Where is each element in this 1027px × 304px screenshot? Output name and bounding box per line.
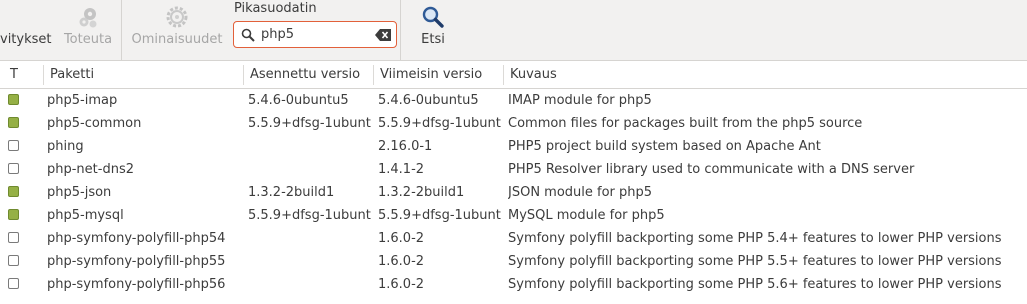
latest-version-cell: 5.5.9+dfsg-1ubuntu — [378, 116, 501, 131]
package-name-cell: php-symfony-polyfill-php56 — [47, 277, 226, 292]
package-name-cell: php-symfony-polyfill-php54 — [47, 231, 226, 246]
quick-filter-input[interactable] — [261, 25, 369, 44]
table-row[interactable]: php-symfony-polyfill-php56 1.6.0-2 Symfony… — [0, 273, 1027, 296]
installed-status-checkbox[interactable] — [8, 186, 19, 197]
installed-version-cell — [248, 135, 371, 158]
mark-changes-label: vitykset — [0, 32, 52, 47]
not-installed-status-checkbox[interactable] — [8, 140, 19, 151]
package-name-cell: php5-json — [47, 185, 112, 200]
description-cell: PHP5 Resolver library used to communicat… — [508, 162, 915, 177]
description-cell: Common files for packages built from the… — [508, 116, 863, 131]
header-installed-version[interactable]: Asennettu versio — [250, 61, 360, 88]
installed-version-cell: 5.5.9+dfsg-1ubuntu — [248, 116, 371, 131]
table-row[interactable]: php5-imap 5.4.6-0ubuntu5 5.4.6-0ubuntu5 IMA… — [0, 89, 1027, 112]
toolbar-separator — [400, 0, 401, 60]
installed-version-cell — [248, 158, 371, 181]
installed-version-cell — [248, 250, 371, 273]
not-installed-status-checkbox[interactable] — [8, 255, 19, 266]
latest-version-cell: 5.4.6-0ubuntu5 — [378, 93, 479, 108]
table-row[interactable]: php-symfony-polyfill-php55 1.6.0-2 Symfony… — [0, 250, 1027, 273]
not-installed-status-checkbox[interactable] — [8, 163, 19, 174]
header-package[interactable]: Paketti — [50, 61, 94, 88]
description-cell: PHP5 project build system based on Apach… — [508, 139, 821, 154]
search-icon — [241, 28, 255, 42]
package-name-cell: php-net-dns2 — [47, 162, 134, 177]
latest-version-cell: 1.3.2-2build1 — [378, 185, 465, 200]
column-separator[interactable] — [373, 65, 374, 85]
clear-icon[interactable] — [375, 29, 391, 41]
installed-version-cell: 1.3.2-2build1 — [248, 185, 335, 200]
header-latest-version[interactable]: Viimeisin versio — [380, 61, 482, 88]
column-separator[interactable] — [43, 65, 44, 85]
toolbar: vitykset Toteuta Ominaisuudet Pikasuodat… — [0, 0, 1027, 60]
installed-version-cell: 5.5.9+dfsg-1ubuntu — [248, 208, 371, 223]
table-row[interactable]: php5-json 1.3.2-2build1 1.3.2-2build1 JSON … — [0, 181, 1027, 204]
latest-version-cell: 2.16.0-1 — [378, 139, 433, 154]
installed-version-cell — [248, 227, 371, 250]
table-row[interactable]: php5-mysql 5.5.9+dfsg-1ubuntu 5.5.9+dfsg-1… — [0, 204, 1027, 227]
not-installed-status-checkbox[interactable] — [8, 278, 19, 289]
latest-version-cell: 5.5.9+dfsg-1ubuntu — [378, 208, 501, 223]
toolbar-separator — [121, 0, 122, 60]
latest-version-cell: 1.6.0-2 — [378, 277, 425, 292]
not-installed-status-checkbox[interactable] — [8, 232, 19, 243]
table-row[interactable]: phing 2.16.0-1 PHP5 project build system b… — [0, 135, 1027, 158]
table-header: T Paketti Asennettu versio Viimeisin ver… — [0, 60, 1027, 89]
description-cell: Symfony polyfill backporting some PHP 5.… — [508, 254, 1002, 269]
package-name-cell: php-symfony-polyfill-php55 — [47, 254, 226, 269]
latest-version-cell: 1.6.0-2 — [378, 231, 425, 246]
quick-filter-box — [233, 21, 397, 48]
description-cell: MySQL module for php5 — [508, 208, 665, 223]
package-name-cell: php5-mysql — [47, 208, 124, 223]
properties-label: Ominaisuudet — [131, 32, 223, 47]
table-row[interactable]: php5-common 5.5.9+dfsg-1ubuntu 5.5.9+dfsg-… — [0, 112, 1027, 135]
description-cell: Symfony polyfill backporting some PHP 5.… — [508, 277, 1002, 292]
apply-button[interactable]: Toteuta — [56, 0, 120, 60]
table-row[interactable]: php-net-dns2 1.4.1-2 PHP5 Resolver library… — [0, 158, 1027, 181]
installed-status-checkbox[interactable] — [8, 117, 19, 128]
gears-icon — [79, 8, 97, 28]
package-name-cell: php5-imap — [47, 93, 118, 108]
properties-button[interactable]: Ominaisuudet — [126, 0, 228, 60]
package-name-cell: phing — [47, 139, 84, 154]
mark-changes-button[interactable]: vitykset — [0, 0, 52, 60]
header-status[interactable]: T — [10, 61, 18, 88]
description-cell: JSON module for php5 — [508, 185, 653, 200]
header-description[interactable]: Kuvaus — [510, 61, 557, 88]
magnifier-icon — [422, 6, 444, 28]
installed-status-checkbox[interactable] — [8, 209, 19, 220]
package-name-cell: php5-common — [47, 116, 142, 131]
installed-version-cell: 5.4.6-0ubuntu5 — [248, 93, 349, 108]
latest-version-cell: 1.6.0-2 — [378, 254, 425, 269]
column-separator[interactable] — [503, 65, 504, 85]
column-separator[interactable] — [243, 65, 244, 85]
table-row[interactable]: php-symfony-polyfill-php54 1.6.0-2 Symfony… — [0, 227, 1027, 250]
search-button[interactable]: Etsi — [412, 0, 454, 60]
gear-icon — [166, 6, 188, 28]
search-button-label: Etsi — [421, 32, 445, 47]
package-table: T Paketti Asennettu versio Viimeisin ver… — [0, 60, 1027, 304]
quick-filter-label: Pikasuodatin — [234, 1, 317, 16]
latest-version-cell: 1.4.1-2 — [378, 162, 425, 177]
installed-status-checkbox[interactable] — [8, 94, 19, 105]
description-cell: IMAP module for php5 — [508, 93, 652, 108]
description-cell: Symfony polyfill backporting some PHP 5.… — [508, 231, 1002, 246]
apply-label: Toteuta — [63, 32, 113, 47]
installed-version-cell — [248, 273, 371, 296]
